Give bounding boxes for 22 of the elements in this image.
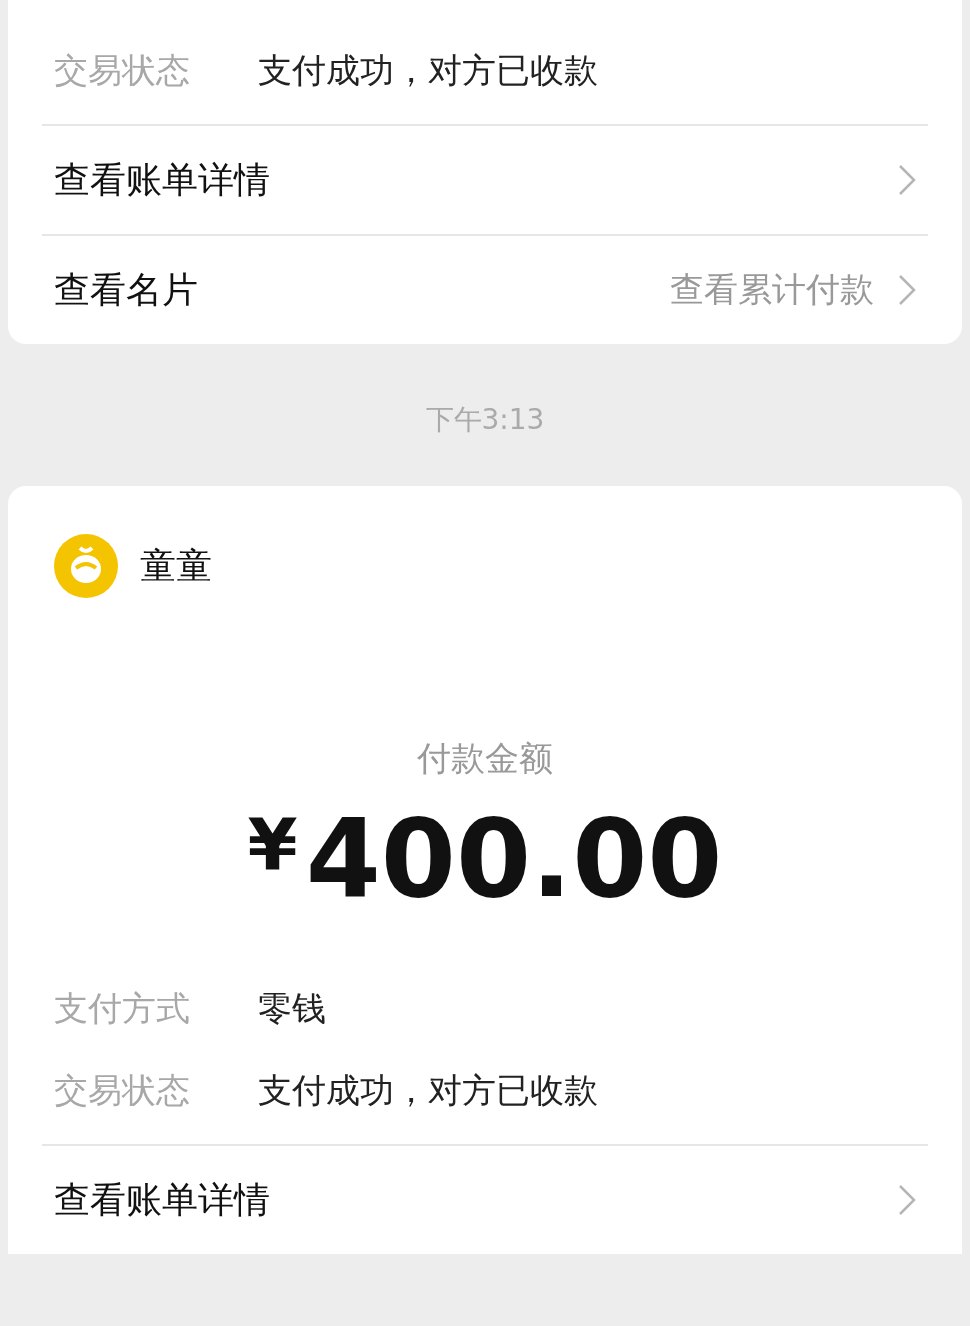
amount: 400.00 xyxy=(305,796,723,921)
link-label: 查看账单详情 xyxy=(54,157,271,202)
link-label: 查看名片 xyxy=(54,267,199,312)
currency-symbol: ¥ xyxy=(247,803,298,887)
time-separator: 下午3:13 xyxy=(424,402,546,438)
detail-value: 支付成功，对方已收款 xyxy=(258,1069,598,1112)
chevron-right-icon xyxy=(898,164,916,196)
detail-value: 零钱 xyxy=(258,987,326,1030)
link-label: 查看账单详情 xyxy=(54,1177,271,1222)
link-hint: 查看累计付款 xyxy=(670,268,874,311)
detail-label: 支付方式 xyxy=(54,987,191,1030)
amount-label: 付款金额 xyxy=(416,737,554,780)
link-row[interactable]: 查看账单详情 xyxy=(42,1144,928,1254)
detail-label: 交易状态 xyxy=(54,49,191,92)
chevron-right-icon xyxy=(898,274,916,306)
payee-name: 童童 xyxy=(140,543,212,588)
avatar-icon xyxy=(54,534,118,598)
detail-value: 支付成功，对方已收款 xyxy=(258,49,598,92)
link-row[interactable]: 查看名片 查看累计付款 xyxy=(42,234,928,344)
chevron-right-icon xyxy=(898,1184,916,1216)
link-row[interactable]: 查看账单详情 xyxy=(42,124,928,234)
detail-label: 交易状态 xyxy=(54,1069,191,1112)
